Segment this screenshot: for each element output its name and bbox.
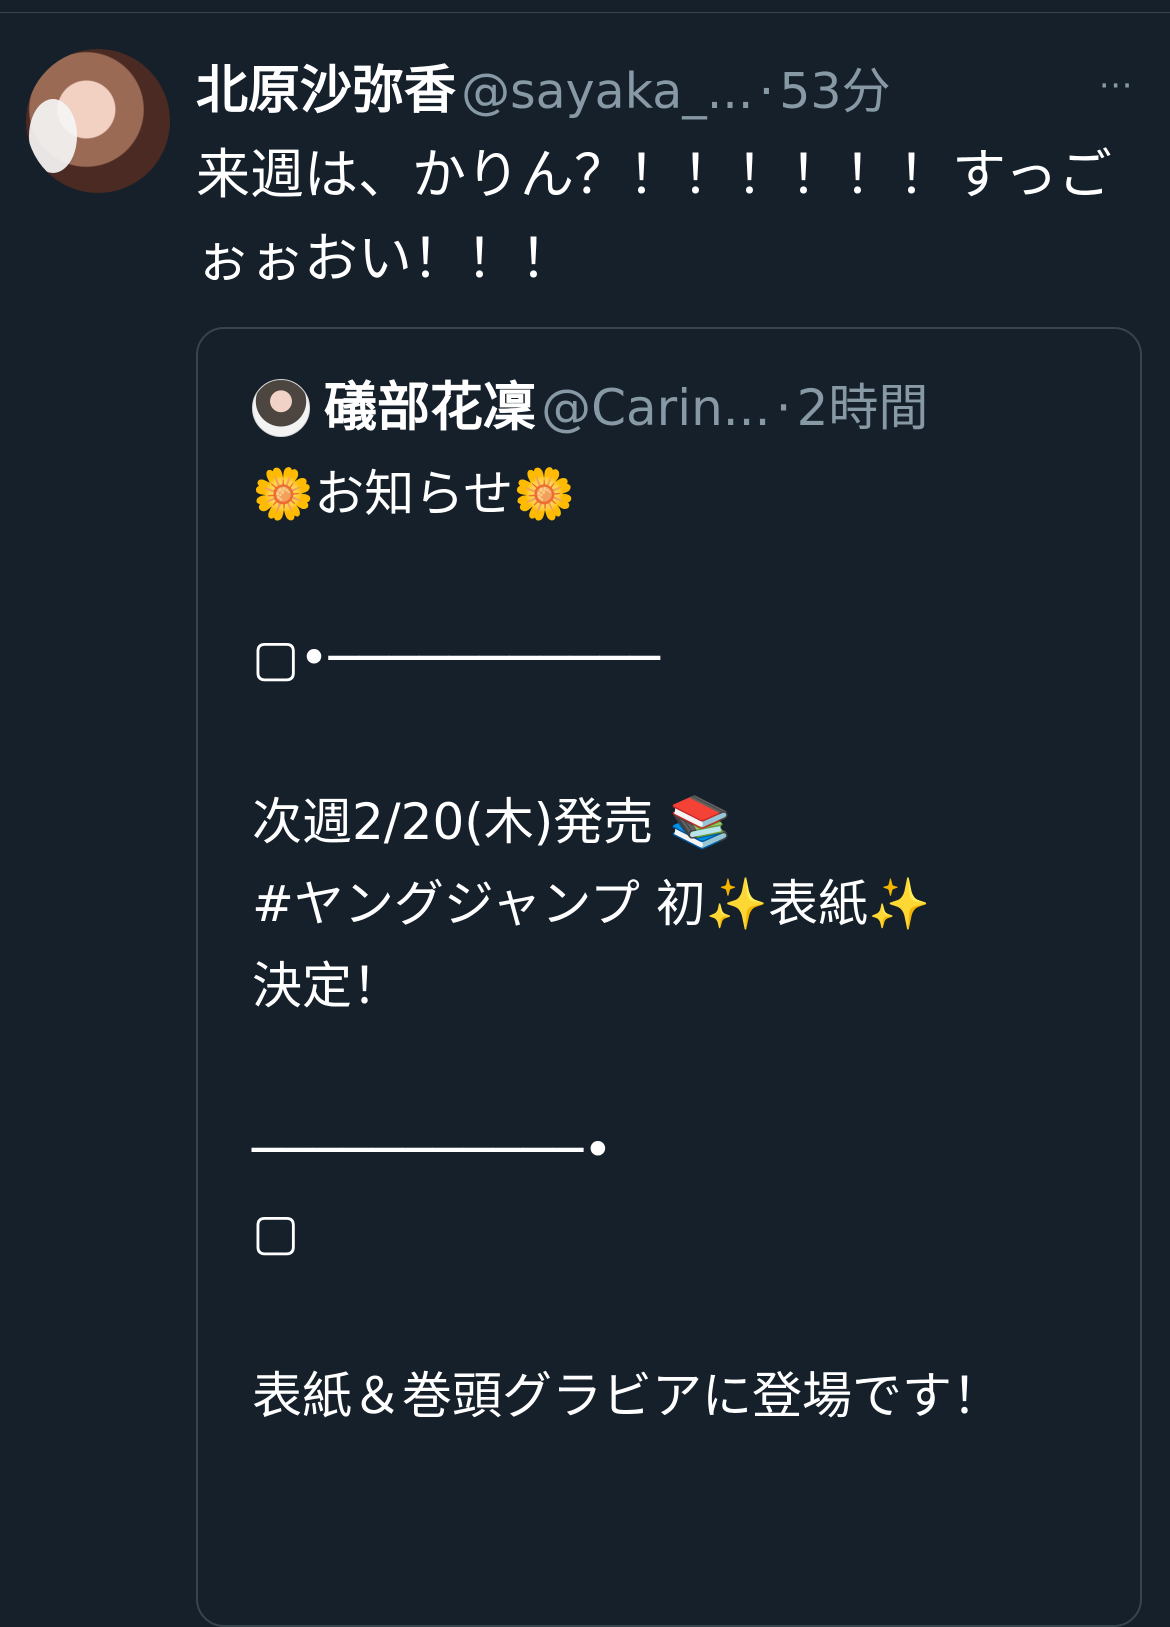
tweet-time[interactable]: 53分 [779,63,890,120]
quoted-header-separator: · [775,379,792,437]
author-name[interactable]: 北原沙弥香 [196,61,456,121]
quoted-author-handle[interactable]: @Carin... [541,379,770,437]
header-separator: · [758,63,775,120]
author-handle[interactable]: @sayaka_... [461,63,753,120]
quoted-tweet-time[interactable]: 2時間 [797,379,929,437]
quoted-tweet-header: 礒部花凜 @Carin... · 2時間 [252,371,1112,445]
tweet-text: 来週は、かりん？！！！！！！すっごぉぉおい！！！ [196,143,1112,290]
quoted-tweet-text: 🌼お知らせ🌼 ▢•─────────── 次週2/20(木)発売 📚 #ヤングジ… [252,465,1002,1425]
quoted-author-meta: 礒部花凜 @Carin... · 2時間 [324,371,1114,445]
quoted-tweet-card[interactable]: 礒部花凜 @Carin... · 2時間 🌼お知らせ🌼 ▢•──────────… [196,327,1142,1627]
author-avatar[interactable] [26,49,170,193]
more-options-icon[interactable]: ⋯ [1094,68,1138,102]
tweet-header: 北原沙弥香 @sayaka_... · 53分 [196,61,1116,131]
quoted-author-avatar[interactable] [252,379,310,437]
tweet[interactable]: 北原沙弥香 @sayaka_... · 53分 ⋯ 来週は、かりん？！！！！！！… [0,13,1170,1627]
quoted-author-name[interactable]: 礒部花凜 [324,377,536,438]
